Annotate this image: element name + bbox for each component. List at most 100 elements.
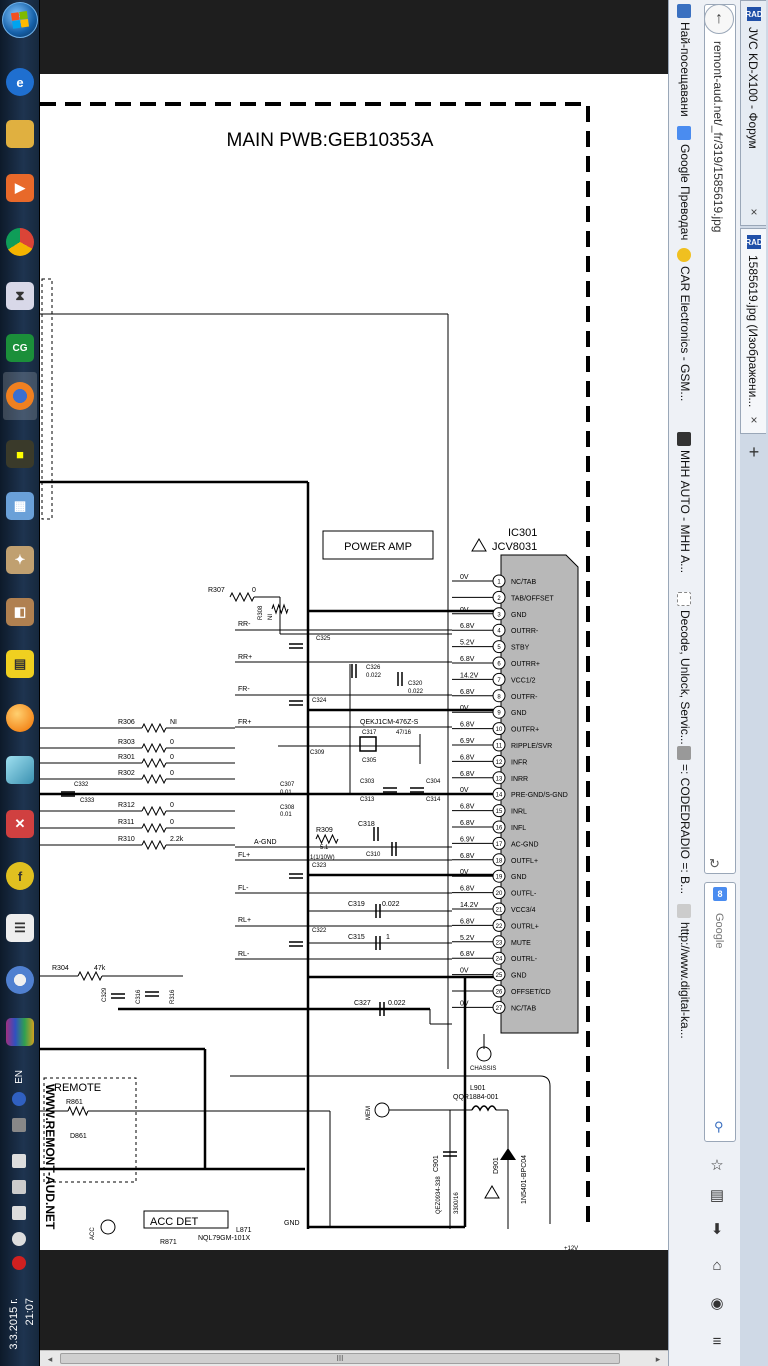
- pin-voltage: 6.8V: [460, 754, 475, 761]
- utility-icon[interactable]: ✦: [3, 536, 37, 584]
- hourglass-app-icon[interactable]: ⧗: [3, 272, 37, 320]
- pin-name: GND: [511, 710, 527, 717]
- winrar-icon[interactable]: [3, 1008, 37, 1056]
- pin-name: OUTFR-: [511, 694, 538, 701]
- c327-value: 0.022: [388, 1000, 406, 1007]
- firefox-icon[interactable]: [3, 372, 37, 420]
- pin-name: NC/TAB: [511, 1005, 536, 1012]
- flash-icon[interactable]: f: [3, 852, 37, 900]
- c325-label: C325: [316, 636, 331, 642]
- pin-name: INFL: [511, 825, 526, 832]
- pin-name: OUTFL+: [511, 858, 538, 865]
- c316-label: C316: [136, 989, 142, 1004]
- media-player-icon[interactable]: ▶: [3, 164, 37, 212]
- antivirus-icon[interactable]: [12, 1256, 26, 1270]
- image-viewport[interactable]: MAIN PWB:GEB10353A POWER AMP IC301 JCV8031 1…: [40, 0, 668, 1350]
- search-engine-icon[interactable]: 8: [713, 887, 727, 901]
- bookmark-star-icon[interactable]: ☆: [706, 1154, 728, 1176]
- c317-label: C317: [362, 730, 377, 736]
- bookmark-label: Най-посещавани: [678, 22, 692, 117]
- clock-date: 3.3.2015 г.: [8, 1298, 20, 1350]
- plug-icon[interactable]: ◧: [3, 588, 37, 636]
- pin-name: PRE-GND/S-GND: [511, 792, 568, 799]
- scroll-right-icon[interactable]: ▸: [652, 1353, 664, 1365]
- pin-number: 24: [496, 957, 503, 963]
- tray-arrow-icon[interactable]: [12, 1118, 26, 1132]
- c326-label: C326: [366, 665, 381, 671]
- pin-name: AC-GND: [511, 841, 539, 848]
- paint-icon[interactable]: [3, 956, 37, 1004]
- orange-ball-icon[interactable]: [3, 694, 37, 742]
- address-bar[interactable]: remont-aud.net/_fr/319/1585619.jpg: [704, 4, 736, 874]
- gnd-label: GND: [284, 1220, 300, 1227]
- c305-label: C305: [362, 758, 377, 764]
- pin-name: GND: [511, 973, 527, 980]
- printer-icon[interactable]: [12, 1180, 26, 1194]
- r309-resistor: [315, 833, 339, 845]
- scroll-left-icon[interactable]: ◂: [44, 1353, 56, 1365]
- pin-voltage: 6.8V: [460, 722, 475, 729]
- c318-label: C318: [358, 821, 375, 828]
- close-tab-icon[interactable]: ×: [747, 205, 761, 219]
- clock[interactable]: 21:07 3.3.2015 г.: [4, 1298, 38, 1364]
- ic-chip-icon[interactable]: ▤: [3, 640, 37, 688]
- r301-label: R301: [118, 754, 135, 761]
- tab-forum[interactable]: RAD JVC KD-X100 - Форум ×: [740, 0, 766, 226]
- help-icon[interactable]: [12, 1092, 26, 1106]
- c333-label: C333: [80, 798, 95, 804]
- sync-icon[interactable]: ◉: [706, 1292, 728, 1314]
- pin-number: 17: [496, 842, 503, 848]
- search-icon[interactable]: ⚲: [714, 1119, 724, 1135]
- screen: e ▶ ⧗ CG ■ ▦ ✦ ◧ ▤ ✕ f ☰ EN 21:07 3.3.20…: [0, 0, 768, 1366]
- r306-resistor: [141, 722, 167, 734]
- start-button[interactable]: [2, 2, 38, 38]
- bookmarks-menu-icon[interactable]: ▤: [706, 1184, 728, 1206]
- d901-label: D901: [493, 1157, 500, 1174]
- c304-label: C304: [426, 779, 441, 785]
- cg-app-icon[interactable]: CG: [3, 324, 37, 372]
- mem-terminal: [374, 1102, 390, 1118]
- network-icon[interactable]: [12, 1206, 26, 1220]
- tab-image[interactable]: RAD 1585619.jpg (Изображени... ×: [740, 228, 766, 434]
- new-tab-button[interactable]: +: [746, 442, 762, 463]
- l871-part: NQL79GM-101X: [198, 1235, 250, 1242]
- menu-icon[interactable]: ≡: [706, 1330, 728, 1352]
- chip-programmer-icon[interactable]: ■: [3, 430, 37, 478]
- pin-name: OUTRR+: [511, 661, 540, 668]
- c303-label: C303: [360, 779, 375, 785]
- c313-label: C313: [360, 797, 375, 803]
- mem-label: MEM: [366, 1106, 372, 1120]
- tools-icon[interactable]: ✕: [3, 800, 37, 848]
- calculator-icon[interactable]: ▦: [3, 482, 37, 530]
- back-button[interactable]: ↑: [704, 4, 734, 34]
- device-icon[interactable]: [12, 1154, 26, 1168]
- glass-window-icon[interactable]: [3, 746, 37, 794]
- bookmark-label: =: CODEDRADIO =: B...: [678, 764, 692, 895]
- explorer-icon[interactable]: [3, 110, 37, 158]
- url-text[interactable]: remont-aud.net/_fr/319/1585619.jpg: [711, 41, 725, 232]
- language-indicator[interactable]: EN: [14, 1070, 25, 1084]
- c332-label: C332: [74, 782, 89, 788]
- pin-name: INRR: [511, 776, 528, 783]
- page-icon: [677, 592, 691, 606]
- horizontal-scrollbar[interactable]: ◂ III ▸: [40, 1350, 668, 1366]
- internet-explorer-icon[interactable]: e: [3, 58, 37, 106]
- search-bar[interactable]: 8 Google ⚲: [704, 882, 736, 1142]
- c319-label: C319: [348, 901, 365, 908]
- home-icon[interactable]: ⌂: [706, 1254, 728, 1276]
- pin-name: STBY: [511, 645, 530, 652]
- scrollbar-thumb[interactable]: III: [60, 1353, 620, 1364]
- reload-icon[interactable]: ↻: [709, 856, 720, 872]
- chrome-icon[interactable]: [3, 218, 37, 266]
- lower-trace: [230, 1075, 551, 1224]
- pin-number: 21: [496, 908, 503, 914]
- bookmark-label: МНН AUTO - МНН А...: [678, 450, 692, 574]
- r301-resistor: [141, 757, 167, 769]
- search-input[interactable]: Google: [713, 913, 725, 948]
- volume-icon[interactable]: [12, 1232, 26, 1246]
- acc-det-label: ACC DET: [150, 1216, 199, 1228]
- downloads-icon[interactable]: ⬇: [706, 1218, 728, 1240]
- pin-voltage: 6.8V: [460, 623, 475, 630]
- document-list-icon[interactable]: ☰: [3, 904, 37, 952]
- close-tab-icon[interactable]: ×: [747, 413, 761, 427]
